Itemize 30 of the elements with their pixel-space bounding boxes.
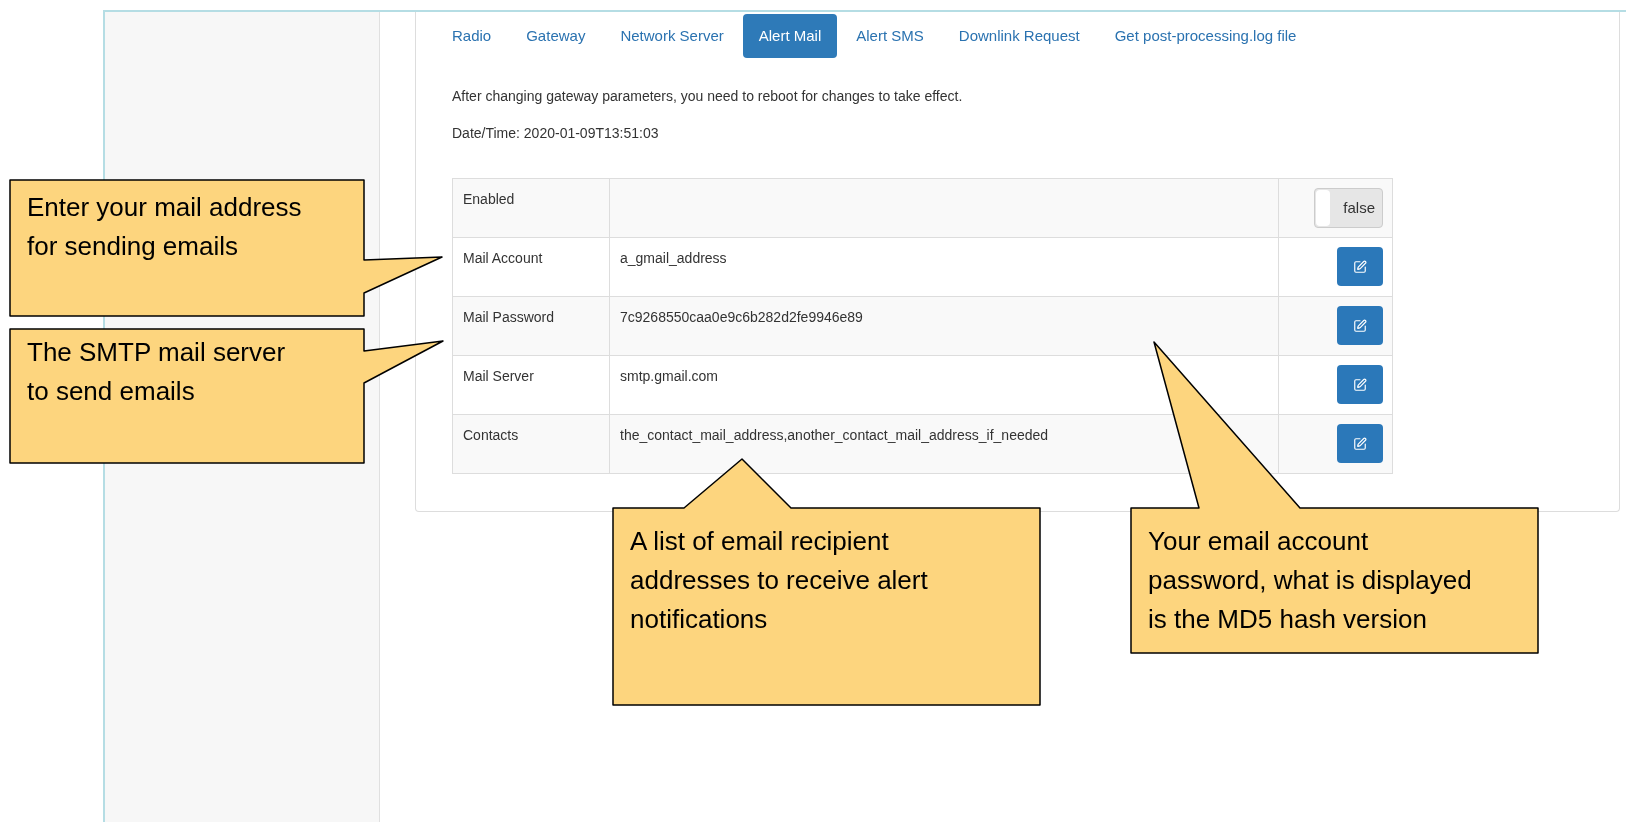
- table-cell: Mail Account: [452, 237, 610, 297]
- toggle-knob: [1316, 190, 1330, 226]
- pencil-square-icon: [1353, 377, 1367, 392]
- table-cell: Contacts: [452, 414, 610, 474]
- tab[interactable]: Network Server: [604, 14, 740, 58]
- toggle-switch[interactable]: false: [1314, 188, 1383, 228]
- callout-text: A list of email recipient addresses to receive alert notifications: [630, 525, 929, 636]
- table-cell: Mail Server: [452, 355, 610, 415]
- pencil-square-icon: [1353, 259, 1367, 274]
- table-cell: a_gmail_address: [609, 237, 1279, 297]
- tab[interactable]: Alert Mail: [742, 14, 838, 58]
- edit-button[interactable]: [1337, 365, 1383, 404]
- edit-button[interactable]: [1337, 424, 1383, 463]
- pencil-square-icon: [1353, 318, 1367, 333]
- edit-button[interactable]: [1337, 306, 1383, 345]
- tab[interactable]: Radio: [436, 14, 508, 58]
- tab[interactable]: Alert SMS: [840, 14, 940, 58]
- tab[interactable]: Get post-processing.log file: [1098, 14, 1313, 58]
- callout-text: Enter your mail address for sending emails: [27, 191, 303, 263]
- table-cell: Enabled: [452, 178, 610, 238]
- toggle-label: false: [1343, 197, 1375, 218]
- datetime-text: Date/Time: 2020-01-09T13:51:03: [452, 124, 660, 143]
- tab[interactable]: Downlink Request: [942, 14, 1096, 58]
- edit-button[interactable]: [1337, 247, 1383, 286]
- table-cell: Mail Password: [452, 296, 610, 356]
- tab[interactable]: Gateway: [510, 14, 602, 58]
- callout-text: The SMTP mail server to send emails: [27, 336, 287, 408]
- callout-text: Your email account password, what is displayed is the MD5 hash version: [1148, 525, 1473, 636]
- notice-text: After changing gateway parameters, you need to reboot for changes to take effect.: [452, 87, 964, 106]
- pencil-square-icon: [1353, 436, 1367, 451]
